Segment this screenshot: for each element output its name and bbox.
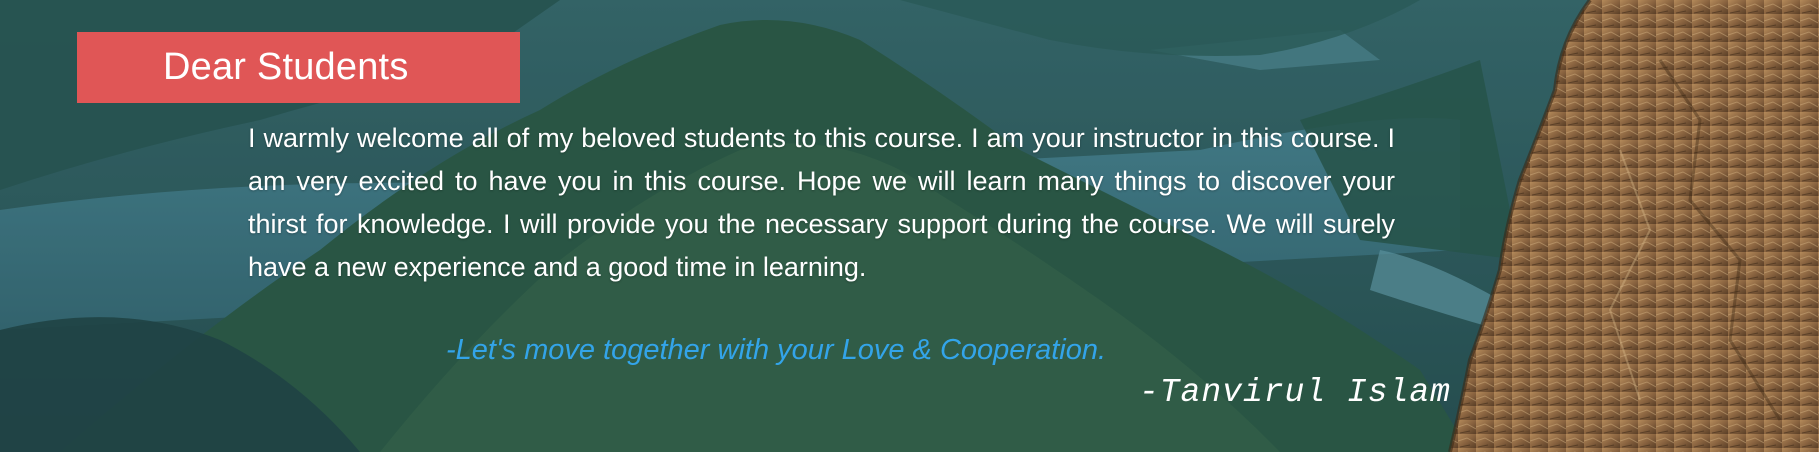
signature-text: -Tanvirul Islam bbox=[1138, 374, 1451, 411]
motto-text: -Let's move together with your Love & Co… bbox=[446, 334, 1107, 366]
welcome-message: I warmly welcome all of my beloved stude… bbox=[248, 123, 1395, 282]
title-banner: Dear Students bbox=[77, 32, 520, 103]
banner-title: Dear Students bbox=[163, 46, 409, 88]
